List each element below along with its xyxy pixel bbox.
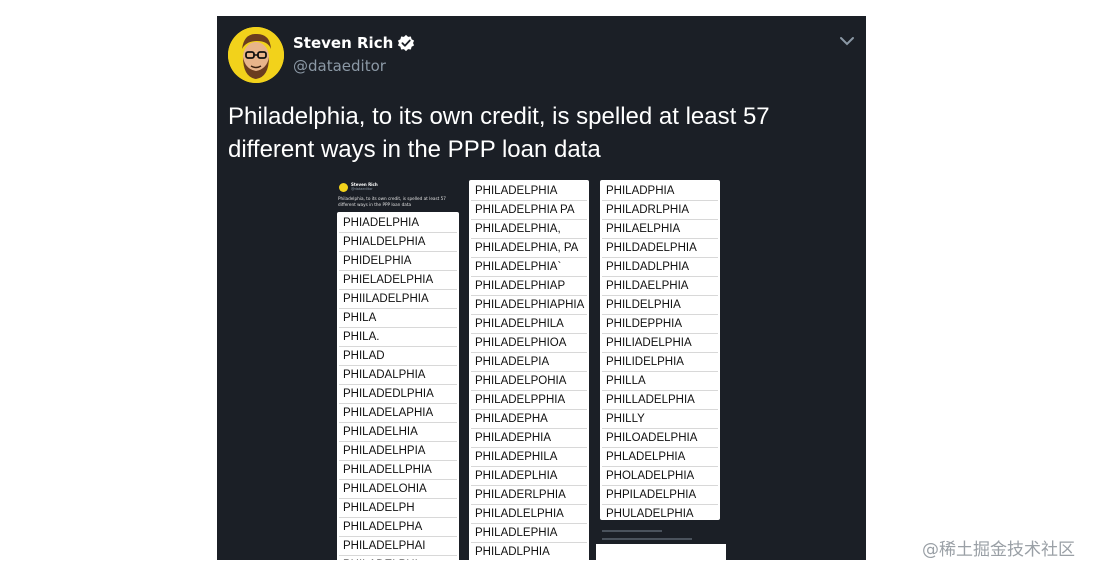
spelling-cell: PHILADEDLPHIA — [339, 385, 457, 404]
spelling-cell: PHILADELPHI — [339, 556, 457, 560]
spelling-cell: PHILADEPHA — [471, 410, 587, 429]
avatar[interactable] — [228, 27, 284, 83]
spelling-cell: PHILOADELPHIA — [602, 429, 718, 448]
author-name-text[interactable]: Steven Rich — [293, 34, 393, 52]
spelling-cell: PHILDAELPHIA — [602, 277, 718, 296]
spelling-cell: PHILADELLPHIA — [339, 461, 457, 480]
spelling-cell: PHILADELPHIA` — [471, 258, 587, 277]
spelling-cell: PHILADRLPHIA — [602, 201, 718, 220]
spelling-cell: PHILADELPHIA, — [471, 220, 587, 239]
spelling-cell: PHILADELPHIAPHIA — [471, 296, 587, 315]
spelling-cell: PHILADELHIA — [339, 423, 457, 442]
spelling-cell: PHIADELPHIA — [339, 214, 457, 233]
spelling-cell: PHILDEPPHIA — [602, 315, 718, 334]
spelling-list-2: PHILADELPHIA PHILADELPHIA PA PHILADELPHIA,… — [469, 180, 589, 560]
spelling-cell: PHILADELPHIAP — [471, 277, 587, 296]
spelling-cell: PHIILADELPHIA — [339, 290, 457, 309]
spelling-cell: PHILADALPHIA — [339, 366, 457, 385]
spelling-cell: PHILADELPHAI — [339, 537, 457, 556]
spelling-cell: PHILADELPOHIA — [471, 372, 587, 391]
embedded-tweet-header: Steven Rich @dataeditor Philadelphia, to… — [335, 180, 462, 214]
spelling-cell: PHILIDELPHIA — [602, 353, 718, 372]
embedded-card — [596, 544, 726, 560]
spelling-list-3: PHILADPHIA PHILADRLPHIA PHILAELPHIA PHILDAD… — [600, 180, 720, 520]
spelling-cell: PHILDADLPHIA — [602, 258, 718, 277]
spelling-cell: PHILADERLPHIA — [471, 486, 587, 505]
spelling-cell: PHILA — [339, 309, 457, 328]
spelling-cell: PHILADEPHILA — [471, 448, 587, 467]
spelling-cell: PHILAD — [339, 347, 457, 366]
spelling-cell: PHILADLPHIA — [471, 543, 587, 560]
spelling-cell: PHILLY — [602, 410, 718, 429]
spelling-cell: PHILADELPHA — [339, 518, 457, 537]
embedded-tweet-text: Philadelphia, to its own credit, is spel… — [338, 196, 446, 207]
spelling-cell: PHILLADELPHIA — [602, 391, 718, 410]
spelling-cell: PHILADELPHIA — [471, 182, 587, 201]
spelling-cell: PHILADELPHIA PA — [471, 201, 587, 220]
spelling-list-1: PHIADELPHIA PHIALDELPHIA PHIDELPHIA PHIELAD… — [337, 212, 459, 560]
spelling-cell: PHILADLELPHIA — [471, 505, 587, 524]
spelling-cell: PHILADELPH — [339, 499, 457, 518]
spelling-cell: PHILADELHPIA — [339, 442, 457, 461]
spelling-cell: PHOLADELPHIA — [602, 467, 718, 486]
spelling-cell: PHILADELPHIOA — [471, 334, 587, 353]
chevron-down-icon[interactable] — [838, 34, 856, 48]
spelling-cell: PHILA. — [339, 328, 457, 347]
spelling-cell: PHILADELOHIA — [339, 480, 457, 499]
spelling-cell: PHULADELPHIA — [602, 505, 718, 520]
spelling-cell: PHILADEPLHIA — [471, 467, 587, 486]
tweet-card: Steven Rich @dataeditor Philadelphia, to… — [217, 16, 866, 560]
spelling-cell: PHIDELPHIA — [339, 252, 457, 271]
avatar-illustration — [228, 27, 284, 83]
spelling-cell: PHILADPHIA — [602, 182, 718, 201]
spelling-cell: PHILLA — [602, 372, 718, 391]
embedded-author-handle: @dataeditor — [351, 187, 373, 191]
spelling-cell: PHILADLEPHIA — [471, 524, 587, 543]
author-handle[interactable]: @dataeditor — [293, 57, 386, 75]
spelling-cell: PHLADELPHIA — [602, 448, 718, 467]
tweet-media-image[interactable]: Steven Rich @dataeditor Philadelphia, to… — [335, 180, 726, 560]
spelling-cell: PHPILADELPHIA — [602, 486, 718, 505]
spelling-cell: PHILDADELPHIA — [602, 239, 718, 258]
verified-icon — [398, 34, 415, 52]
embedded-avatar — [339, 183, 348, 192]
spelling-cell: PHILADELPIA — [471, 353, 587, 372]
author-name[interactable]: Steven Rich — [293, 34, 415, 52]
spelling-cell: PHILAELPHIA — [602, 220, 718, 239]
spelling-cell: PHILADELAPHIA — [339, 404, 457, 423]
tweet-text: Philadelphia, to its own credit, is spel… — [228, 103, 770, 163]
spelling-cell: PHILDELPHIA — [602, 296, 718, 315]
spelling-cell: PHILADELPHILA — [471, 315, 587, 334]
spelling-cell: PHIELADELPHIA — [339, 271, 457, 290]
spelling-cell: PHILADELPPHIA — [471, 391, 587, 410]
watermark: @稀土掘金技术社区 — [922, 540, 1075, 560]
spelling-cell: PHIALDELPHIA — [339, 233, 457, 252]
spelling-cell: PHILADELPHIA, PA — [471, 239, 587, 258]
spelling-cell: PHILIADELPHIA — [602, 334, 718, 353]
spelling-cell: PHILADEPHIA — [471, 429, 587, 448]
